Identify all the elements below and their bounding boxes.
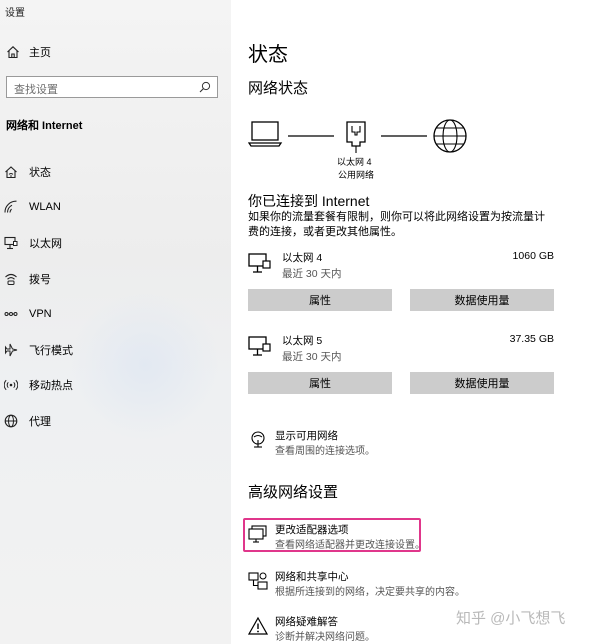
network-sharing-center-link[interactable]: 网络和共享中心 根据所连接到的网络，决定要共享的内容。 [248,569,468,598]
search-placeholder: 查找设置 [14,84,58,96]
sidebar-section-title: 网络和 Internet [6,120,83,132]
sidebar-item-vpn[interactable]: VPN [0,296,231,332]
adapter-icon [248,525,267,543]
ethernet-icon [4,236,18,250]
connection-status: 最近 30 天内 [282,351,342,363]
sidebar-nav: 状态 WLAN 以太网 拨号 VPN 飞行模式 移动热点 代理 [0,154,231,439]
sidebar-item-label: 移动热点 [29,380,73,393]
diagram-adapter-name: 以太网 4 [337,157,372,167]
data-usage-button[interactable]: 数据使用量 [410,372,554,394]
home-icon [7,46,19,59]
properties-button[interactable]: 属性 [248,372,392,394]
window-title: 设置 [5,8,25,19]
connection-status: 最近 30 天内 [282,268,342,280]
sidebar: 设置 主页 查找设置 网络和 Internet 状态 WLAN 以太网 拨号 V… [0,0,231,644]
sidebar-item-airplane[interactable]: 飞行模式 [0,332,231,368]
sidebar-item-label: 拨号 [29,273,51,286]
sharing-center-subtitle: 根据所连接到的网络，决定要共享的内容。 [275,587,465,598]
properties-button[interactable]: 属性 [248,289,392,311]
connected-description: 如果你的流量套餐有限制，则你可以将此网络设置为按流量计费的连接，或者更改其他属性… [248,211,545,238]
sharing-center-icon [248,572,268,590]
hotspot-icon [4,380,18,391]
home-wifi-icon [5,166,17,178]
sharing-center-title: 网络和共享中心 [275,571,349,583]
network-troubleshooter-link[interactable]: 网络疑难解答 诊断并解决网络问题。 [248,614,398,643]
vpn-icon [4,312,18,317]
troubleshooter-subtitle: 诊断并解决网络问题。 [275,632,375,643]
page-title: 状态 [248,44,288,66]
main-content: 状态 网络状态 以太网 4 公用网络 你已连接到 Internet 如果你的流量… [231,0,600,644]
sidebar-item-hotspot[interactable]: 移动热点 [0,368,231,404]
ethernet-port-icon [346,121,366,153]
sidebar-item-wlan[interactable]: WLAN [0,190,231,226]
search-icon[interactable] [199,81,211,93]
data-usage-button[interactable]: 数据使用量 [410,289,554,311]
connected-title: 你已连接到 Internet [248,193,370,209]
warning-icon [248,616,268,635]
ethernet-monitor-icon [248,253,271,273]
laptop-icon [248,121,283,147]
sidebar-item-label: 飞行模式 [29,344,73,357]
connection-card: 以太网 5 最近 30 天内 37.35 GB 属性 数据使用量 [248,333,554,395]
connection-card: 以太网 4 最近 30 天内 1060 GB 属性 数据使用量 [248,250,554,312]
sidebar-item-ethernet[interactable]: 以太网 [0,225,231,261]
sidebar-item-label: VPN [29,308,52,321]
sidebar-item-label: WLAN [29,201,61,214]
connection-name: 以太网 5 [282,335,323,347]
dialup-icon [5,273,17,285]
sidebar-item-proxy[interactable]: 代理 [0,403,231,439]
connection-name: 以太网 4 [282,252,323,264]
troubleshooter-title: 网络疑难解答 [275,616,338,628]
sidebar-item-dialup[interactable]: 拨号 [0,261,231,297]
internet-globe-icon [433,119,467,153]
diagram-network-type: 公用网络 [338,170,375,180]
adapter-options-title: 更改适配器选项 [275,524,349,536]
search-box[interactable]: 查找设置 [6,76,218,98]
watermark: 知乎 @小飞想飞 [456,610,566,627]
connection-usage: 37.35 GB [509,333,554,345]
sidebar-item-label: 代理 [29,415,51,428]
network-status-title: 网络状态 [248,80,309,97]
ethernet-monitor-icon [248,336,271,356]
sidebar-item-label: 状态 [29,166,51,179]
change-adapter-options-link[interactable]: 更改适配器选项 查看网络适配器并更改连接设置。 [248,522,425,551]
show-networks-title: 显示可用网络 [275,430,338,442]
show-available-networks-link[interactable]: 显示可用网络 查看周围的连接选项。 [248,428,448,457]
home-label: 主页 [29,47,51,59]
airplane-icon [5,343,18,356]
advanced-settings-title: 高级网络设置 [248,484,339,501]
show-networks-subtitle: 查看周围的连接选项。 [275,446,375,457]
home-link[interactable]: 主页 [6,44,51,60]
network-antenna-icon [251,431,265,448]
sidebar-item-label: 以太网 [29,237,62,250]
connection-usage: 1060 GB [512,250,554,262]
adapter-options-subtitle: 查看网络适配器并更改连接设置。 [275,540,425,551]
wifi-icon [4,201,17,213]
sidebar-item-status[interactable]: 状态 [0,154,231,190]
globe-icon [4,414,18,428]
